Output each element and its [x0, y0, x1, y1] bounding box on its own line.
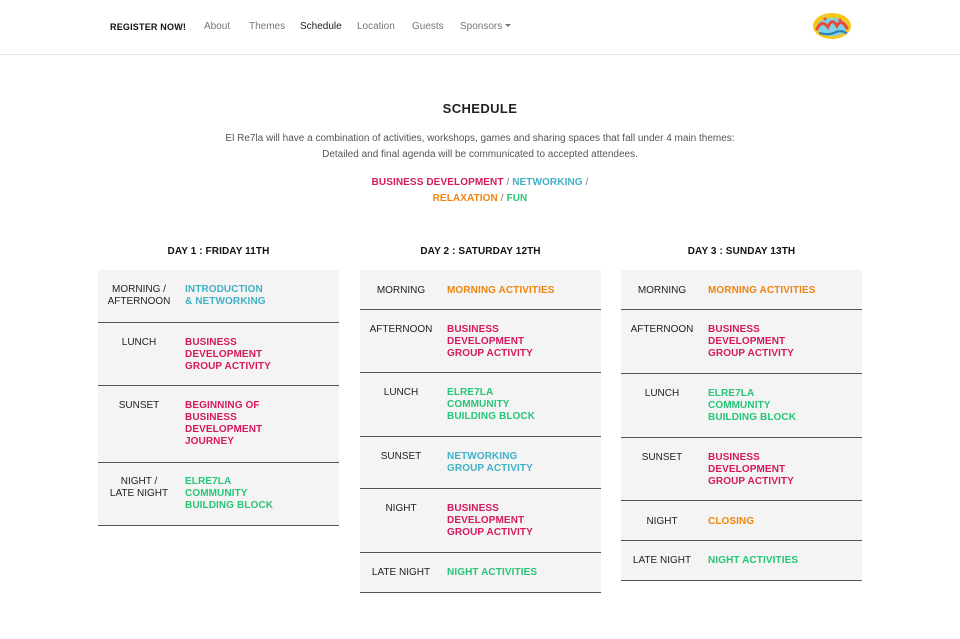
schedule-row: LUNCH BUSINESS DEVELOPMENT GROUP ACTIVIT…	[98, 323, 339, 386]
theme-separator: /	[497, 193, 507, 204]
day-title: DAY 3 : SUNDAY 13TH	[687, 246, 796, 257]
slot-activity: ELRE7LA COMMUNITY BUILDING BLOCK	[447, 387, 536, 422]
slot-time: SUNSET	[641, 452, 683, 463]
nav-sponsors-dropdown[interactable]: Sponsors	[460, 21, 512, 32]
nav-register-now[interactable]: REGISTER NOW!	[110, 22, 186, 32]
slot-time: MORNING	[376, 285, 426, 296]
slot-time: LATE NIGHT	[371, 567, 431, 578]
intro-text-line-1: El Re7la will have a combination of acti…	[225, 133, 735, 144]
slot-time: SUNSET	[118, 400, 160, 411]
themes-line-1: BUSINESS DEVELOPMENT / NETWORKING /	[0, 177, 960, 188]
top-navbar: REGISTER NOW! About Themes Schedule Loca…	[0, 0, 960, 55]
slot-activity: INTRODUCTION & NETWORKING	[185, 284, 266, 307]
theme-separator: /	[582, 177, 589, 188]
themes-line-2: RELAXATION / FUN	[0, 193, 960, 204]
schedule-row: LUNCH ELRE7LA COMMUNITY BUILDING BLOCK	[360, 373, 601, 437]
schedule-row: LUNCH ELRE7LA COMMUNITY BUILDING BLOCK	[621, 374, 862, 438]
chevron-down-icon	[505, 23, 512, 27]
schedule-row: SUNSET BEGINNING OF BUSINESS DEVELOPMENT…	[98, 386, 339, 463]
schedule-row: SUNSET NETWORKING GROUP ACTIVITY	[360, 437, 601, 489]
slot-time: MORNING	[637, 285, 687, 296]
theme-networking: NETWORKING	[512, 177, 583, 188]
slot-time: MORNING / AFTERNOON	[107, 284, 171, 307]
schedule-row: NIGHT / LATE NIGHT ELRE7LA COMMUNITY BUI…	[98, 463, 339, 526]
nav-themes[interactable]: Themes	[249, 21, 285, 32]
schedule-row: SUNSET BUSINESS DEVELOPMENT GROUP ACTIVI…	[621, 438, 862, 501]
slot-activity: MORNING ACTIVITIES	[708, 285, 816, 296]
slot-activity: BUSINESS DEVELOPMENT GROUP ACTIVITY	[447, 503, 533, 538]
slot-time: AFTERNOON	[369, 324, 433, 335]
nav-sponsors-label: Sponsors	[460, 21, 503, 32]
theme-fun: FUN	[506, 193, 528, 204]
el-re7la-logo[interactable]	[810, 9, 854, 43]
slot-time: LATE NIGHT	[632, 555, 692, 566]
schedule-row: MORNING MORNING ACTIVITIES	[360, 270, 601, 310]
slot-time: SUNSET	[380, 451, 422, 462]
slot-time: NIGHT	[385, 503, 417, 514]
day-title: DAY 1 : FRIDAY 11TH	[167, 246, 270, 257]
schedule-row: NIGHT CLOSING	[621, 501, 862, 541]
theme-separator: /	[503, 177, 513, 188]
slot-time: LUNCH	[644, 388, 680, 399]
schedule-row: AFTERNOON BUSINESS DEVELOPMENT GROUP ACT…	[360, 310, 601, 373]
nav-guests[interactable]: Guests	[412, 21, 444, 32]
slot-activity: CLOSING	[708, 516, 755, 527]
theme-business-development: BUSINESS DEVELOPMENT	[371, 177, 504, 188]
slot-activity: BUSINESS DEVELOPMENT GROUP ACTIVITY	[708, 452, 794, 487]
theme-relaxation: RELAXATION	[432, 193, 498, 204]
schedule-row: MORNING / AFTERNOON INTRODUCTION & NETWO…	[98, 270, 339, 323]
schedule-row: AFTERNOON BUSINESS DEVELOPMENT GROUP ACT…	[621, 310, 862, 374]
slot-activity: MORNING ACTIVITIES	[447, 285, 555, 296]
slot-activity: BUSINESS DEVELOPMENT GROUP ACTIVITY	[185, 337, 271, 372]
slot-time: LUNCH	[383, 387, 419, 398]
slot-activity: BUSINESS DEVELOPMENT GROUP ACTIVITY	[708, 324, 794, 359]
slot-time: AFTERNOON	[630, 324, 694, 335]
intro-text-line-2: Detailed and final agenda will be commun…	[322, 149, 638, 160]
slot-activity: NIGHT ACTIVITIES	[708, 555, 799, 566]
slot-time: NIGHT / LATE NIGHT	[109, 476, 169, 499]
nav-location[interactable]: Location	[357, 21, 395, 32]
slot-activity: BEGINNING OF BUSINESS DEVELOPMENT JOURNE…	[185, 400, 263, 447]
slot-activity: ELRE7LA COMMUNITY BUILDING BLOCK	[185, 476, 274, 511]
schedule-row: NIGHT BUSINESS DEVELOPMENT GROUP ACTIVIT…	[360, 489, 601, 553]
schedule-row: LATE NIGHT NIGHT ACTIVITIES	[360, 553, 601, 593]
day-title: DAY 2 : SATURDAY 12TH	[420, 246, 541, 257]
slot-activity: NIGHT ACTIVITIES	[447, 567, 538, 578]
slot-time: LUNCH	[121, 337, 157, 348]
slot-activity: BUSINESS DEVELOPMENT GROUP ACTIVITY	[447, 324, 533, 359]
slot-time: NIGHT	[646, 516, 678, 527]
nav-schedule[interactable]: Schedule	[300, 21, 342, 32]
slot-activity: ELRE7LA COMMUNITY BUILDING BLOCK	[708, 388, 797, 423]
nav-about[interactable]: About	[204, 21, 230, 32]
page-title: SCHEDULE	[442, 101, 518, 116]
schedule-row: MORNING MORNING ACTIVITIES	[621, 270, 862, 310]
schedule-row: LATE NIGHT NIGHT ACTIVITIES	[621, 541, 862, 581]
slot-activity: NETWORKING GROUP ACTIVITY	[447, 451, 533, 474]
